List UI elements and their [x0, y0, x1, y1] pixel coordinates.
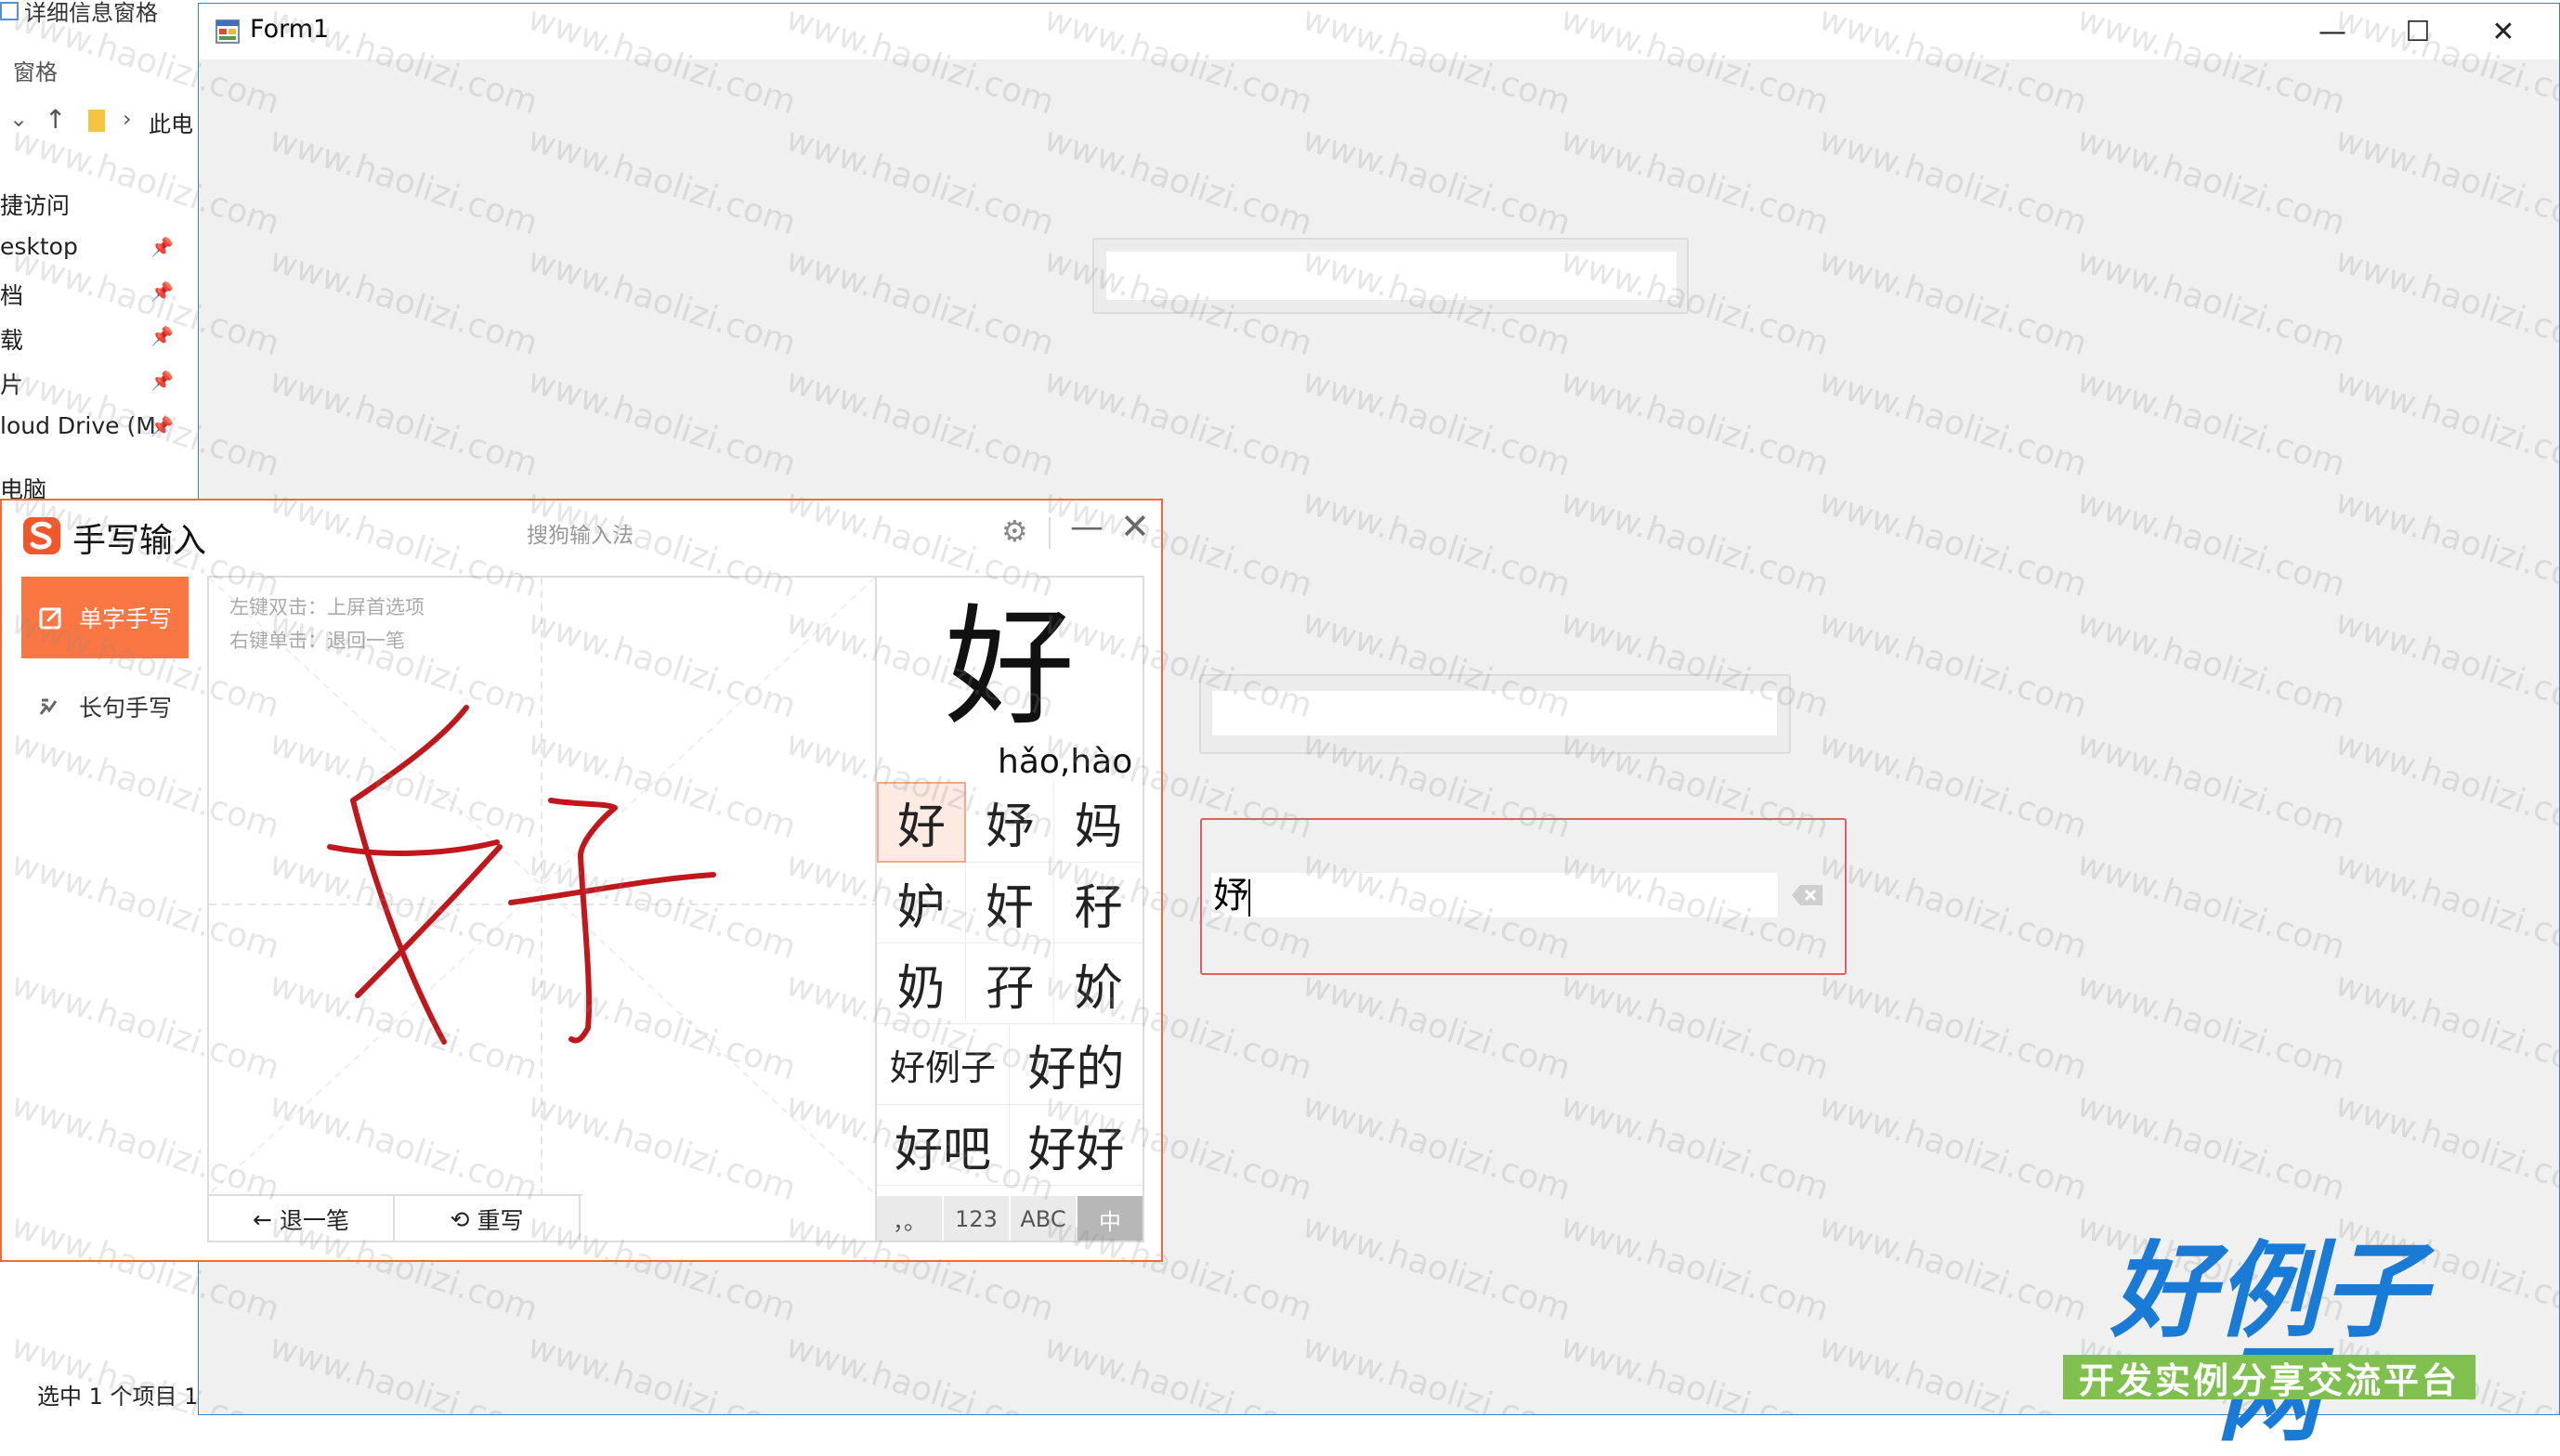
- candidate-phrase[interactable]: 好吧: [877, 1105, 1010, 1186]
- undo-stroke-button[interactable]: ← 退一笔: [209, 1196, 395, 1241]
- pin-icon: 📌: [150, 325, 174, 347]
- candidate-char[interactable]: 奶: [877, 943, 966, 1024]
- pin-icon: 📌: [150, 415, 174, 437]
- nav-item-desktop[interactable]: esktop: [0, 233, 78, 260]
- handwriting-ime-window: 手写输入 搜狗输入法 ⚙ — ✕ 单字手写 长句手写 左键双击：上屏首选项 右键…: [0, 499, 1163, 1262]
- chinese-key[interactable]: 中: [1078, 1196, 1143, 1241]
- title-bar[interactable]: Form1 — ☐ ✕: [199, 4, 2559, 59]
- pin-icon: 📌: [150, 280, 174, 303]
- close-button[interactable]: ✕: [2461, 4, 2546, 59]
- pin-icon: 📌: [150, 370, 174, 392]
- arrow-left-icon: ←: [253, 1205, 272, 1233]
- ime-minimize-button[interactable]: —: [1070, 508, 1104, 546]
- mode-sentence-label: 长句手写: [79, 695, 173, 722]
- candidate-phrase[interactable]: 好例子: [877, 1024, 1010, 1105]
- pad-action-bar: ← 退一笔 ⟲ 重写: [209, 1194, 582, 1241]
- app-icon: [216, 20, 240, 44]
- nav-item-quick-access[interactable]: 捷访问: [0, 188, 70, 221]
- ink-stroke: [350, 705, 469, 1045]
- textbox-container-active: 妤: [1200, 818, 1847, 975]
- candidate-char[interactable]: 好: [877, 782, 966, 863]
- nav-item-documents[interactable]: 档: [0, 278, 23, 311]
- candidate-phrase[interactable]: 好的: [1010, 1024, 1143, 1105]
- candidate-phrase[interactable]: 好好: [1010, 1105, 1143, 1186]
- ink-stroke: [508, 872, 716, 905]
- textbox-active[interactable]: 妤: [1211, 873, 1778, 917]
- handwriting-strokes: [327, 705, 716, 1045]
- ink-stroke: [548, 798, 618, 1044]
- mode-single-char-button[interactable]: 单字手写: [21, 577, 189, 658]
- sogou-logo-icon: [23, 517, 60, 554]
- sentence-handwrite-icon: [38, 694, 70, 720]
- handwriting-pad[interactable]: 左键双击：上屏首选项 右键单击：退回一笔 ← 退一笔 ⟲ 重写: [207, 576, 877, 1242]
- up-arrow-icon[interactable]: ↑: [45, 104, 66, 135]
- nav-item-icloud-drive[interactable]: loud Drive (M: [0, 412, 156, 439]
- textbox-top[interactable]: [1106, 252, 1677, 300]
- logo-subtitle: 开发实例分享交流平台: [2063, 1355, 2475, 1401]
- candidate-char[interactable]: 妤: [966, 782, 1054, 863]
- textbox-container-top: [1092, 238, 1689, 314]
- keyboard-mode-bar: ，。 123 ABC 中: [877, 1196, 1143, 1241]
- chevron-down-icon[interactable]: ⌄: [9, 106, 28, 132]
- chevron-right-icon: ›: [123, 106, 132, 132]
- gear-icon[interactable]: ⚙: [1001, 514, 1028, 549]
- textbox-active-value: 妤: [1213, 875, 1249, 916]
- mode-sentence-button[interactable]: 长句手写: [21, 679, 189, 734]
- candidate-char[interactable]: 孖: [966, 943, 1054, 1024]
- clear-input-icon[interactable]: [1791, 883, 1824, 907]
- folder-icon: [88, 110, 105, 132]
- rotate-icon: ⟲: [450, 1205, 470, 1233]
- minimize-button[interactable]: —: [2290, 4, 2375, 59]
- address-text: 此电: [149, 111, 193, 137]
- candidate-char[interactable]: 妈: [1054, 782, 1143, 863]
- candidate-char[interactable]: 妎: [1054, 943, 1143, 1024]
- nav-item-pictures[interactable]: 片: [0, 367, 23, 400]
- ink-stroke: [327, 839, 500, 856]
- numeric-key[interactable]: 123: [944, 1196, 1011, 1241]
- ime-close-button[interactable]: ✕: [1120, 506, 1150, 547]
- punctuation-key[interactable]: ，。: [877, 1196, 944, 1241]
- ime-title: 手写输入: [72, 522, 207, 560]
- alpha-key[interactable]: ABC: [1011, 1196, 1078, 1241]
- maximize-button[interactable]: ☐: [2375, 4, 2461, 59]
- candidate-char[interactable]: 奸: [966, 863, 1054, 943]
- textbox-middle[interactable]: [1212, 691, 1777, 735]
- mode-single-label: 单字手写: [79, 605, 173, 632]
- textbox-container-middle: [1199, 674, 1791, 754]
- pin-icon: 📌: [150, 236, 174, 258]
- divider: [1049, 517, 1051, 549]
- nav-item-downloads[interactable]: 载: [0, 322, 23, 356]
- ime-brand: 搜狗输入法: [527, 524, 633, 548]
- text-caret: [1248, 878, 1251, 916]
- preview-pinyin: hǎo,hào: [998, 743, 1133, 781]
- candidate-char[interactable]: 秄: [1054, 863, 1143, 943]
- candidate-char[interactable]: 妒: [877, 863, 966, 943]
- details-pane-menu[interactable]: 详细信息窗格: [0, 0, 158, 27]
- edit-icon: [38, 604, 70, 630]
- rewrite-button[interactable]: ⟲ 重写: [395, 1196, 581, 1241]
- window-title: Form1: [250, 15, 330, 44]
- status-bar-text: 选中 1 个项目 1: [37, 1384, 199, 1410]
- logo-title: 好例子网: [2110, 1231, 2428, 1448]
- ink-stroke: [355, 844, 503, 998]
- haolizi-logo: 好例子网 开发实例分享交流平台: [2060, 1240, 2478, 1448]
- candidate-panel: 好 hǎo,hào 好 妤 妈 妒 奸 秄 奶 孖 妎 好例子 好的 好吧 好好…: [875, 576, 1144, 1242]
- preview-character: 好: [944, 592, 1075, 744]
- details-pane-icon: [0, 2, 19, 20]
- pane-group-label: 窗格: [13, 59, 58, 85]
- address-bar[interactable]: ⌄ ↑ › 此电: [0, 104, 200, 139]
